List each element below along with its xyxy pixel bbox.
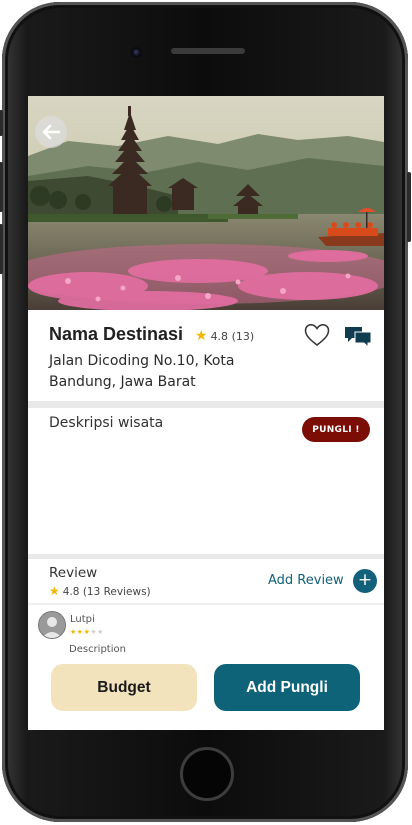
- rating-count: (13): [231, 330, 255, 343]
- review-title: Review: [49, 565, 98, 581]
- star-filled-icon: ★: [76, 628, 84, 636]
- review-rating-value: 4.8: [62, 586, 80, 598]
- plus-icon: +: [357, 570, 373, 590]
- add-pungli-button[interactable]: Add Pungli: [214, 664, 360, 711]
- add-review-button[interactable]: +: [353, 569, 377, 593]
- pungli-badge[interactable]: PUNGLI !: [302, 417, 370, 442]
- reviewer-name: Lutpi: [70, 614, 95, 625]
- volume-up-button: [0, 162, 3, 212]
- app-screen: Nama Destinasi ★ 4.8 (13) Jalan Dicoding …: [28, 96, 384, 730]
- star-icon: ★: [195, 328, 208, 344]
- star-icon: ★: [49, 584, 60, 598]
- destination-rating: ★ 4.8 (13): [195, 328, 254, 344]
- chat-bubbles-icon[interactable]: [343, 324, 373, 350]
- mute-switch: [0, 110, 3, 136]
- description-title: Deskripsi wisata: [49, 415, 164, 431]
- arrow-left-icon: [42, 124, 61, 140]
- heart-icon[interactable]: [304, 323, 330, 347]
- section-divider: [28, 401, 384, 408]
- avatar: [38, 611, 66, 639]
- review-rating: ★ 4.8 (13 Reviews): [49, 584, 151, 598]
- reviewer-stars: ★★★★★: [70, 628, 104, 636]
- rating-value: 4.8: [210, 330, 229, 343]
- review-text: Description: [69, 644, 126, 655]
- earpiece-speaker: [171, 48, 245, 54]
- temple-lake-illustration: [28, 96, 384, 310]
- user-icon: [39, 612, 65, 638]
- destination-hero-image: [28, 96, 384, 310]
- home-button[interactable]: [180, 747, 234, 801]
- destination-title: Nama Destinasi: [49, 324, 184, 344]
- budget-button[interactable]: Budget: [51, 664, 197, 711]
- front-camera: [131, 47, 142, 58]
- star-filled-icon: ★: [70, 628, 77, 636]
- volume-down-button: [0, 224, 3, 274]
- back-button[interactable]: [35, 116, 67, 148]
- add-review-link[interactable]: Add Review: [268, 573, 344, 588]
- section-divider: [28, 554, 384, 559]
- star-empty-icon: ★: [97, 628, 104, 636]
- destination-address: Jalan Dicoding No.10, Kota Bandung, Jawa…: [49, 353, 235, 390]
- review-count: (13 Reviews): [82, 586, 151, 598]
- power-button: [407, 172, 411, 242]
- section-divider: [28, 603, 384, 605]
